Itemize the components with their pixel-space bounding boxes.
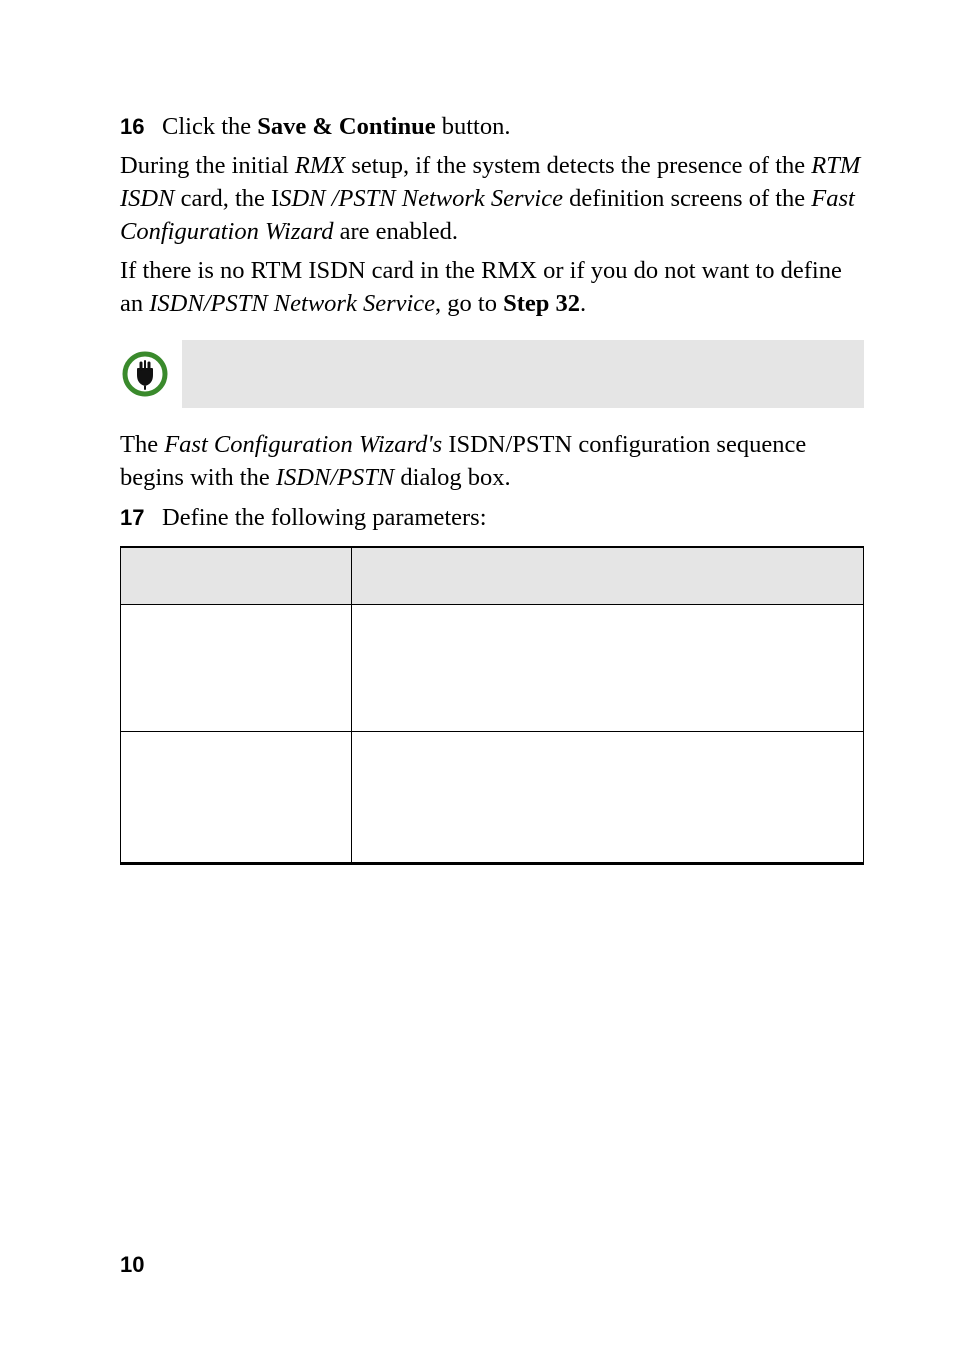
- plug-icon: [120, 349, 170, 399]
- paragraph-no-rtm: If there is no RTM ISDN card in the RMX …: [120, 254, 864, 320]
- step-17-text: Define the following parameters:: [162, 501, 487, 534]
- table-row: [121, 731, 864, 863]
- note-body: [182, 340, 864, 408]
- p3-i1: Fast Configuration Wizard's: [164, 431, 442, 458]
- p3-i2: ISDN/PSTN: [276, 464, 394, 491]
- p2-t1: , go to: [435, 290, 503, 317]
- step-number-16: 16: [120, 114, 162, 140]
- step-16-prefix: Click the: [162, 113, 257, 140]
- p2-i1: ISDN/PSTN Network Service: [149, 290, 435, 317]
- p1-t2: card, the I: [174, 185, 279, 212]
- note-icon-cell: [120, 340, 182, 408]
- step-16-text: Click the Save & Continue button.: [162, 110, 510, 143]
- p2-t2: .: [580, 290, 586, 317]
- table-header-row: [121, 547, 864, 605]
- p3-t2: dialog box.: [394, 464, 510, 491]
- step-16-suffix: button.: [436, 113, 511, 140]
- table-cell-field: [121, 731, 352, 863]
- table-cell-field: [121, 604, 352, 731]
- paragraph-setup: During the initial RMX setup, if the sys…: [120, 149, 864, 248]
- page: 16 Click the Save & Continue button. Dur…: [0, 0, 954, 1352]
- p1-t0: During the initial: [120, 152, 295, 179]
- p1-i3: SDN /PSTN Network Service: [279, 185, 563, 212]
- parameter-table-wrap: [120, 546, 864, 865]
- paragraph-sequence: The Fast Configuration Wizard's ISDN/PST…: [120, 428, 864, 494]
- step-number-17: 17: [120, 505, 162, 531]
- table-header-description: [352, 547, 864, 605]
- step-16-bold: Save & Continue: [257, 113, 435, 140]
- note-callout: [120, 340, 864, 408]
- p1-t1: setup, if the system detects the presenc…: [345, 152, 811, 179]
- table-row: [121, 604, 864, 731]
- p3-t0: The: [120, 431, 164, 458]
- p2-b1: Step 32: [503, 290, 580, 317]
- p1-t4: are enabled.: [334, 218, 458, 245]
- parameter-table: [120, 546, 864, 865]
- table-cell-desc: [352, 604, 864, 731]
- page-number: 10: [120, 1252, 144, 1278]
- p1-t3: definition screens of the: [563, 185, 811, 212]
- p1-i1: RMX: [295, 152, 345, 179]
- table-header-field: [121, 547, 352, 605]
- step-17-line: 17 Define the following parameters:: [120, 501, 864, 534]
- table-cell-desc: [352, 731, 864, 863]
- step-16-line: 16 Click the Save & Continue button.: [120, 110, 864, 143]
